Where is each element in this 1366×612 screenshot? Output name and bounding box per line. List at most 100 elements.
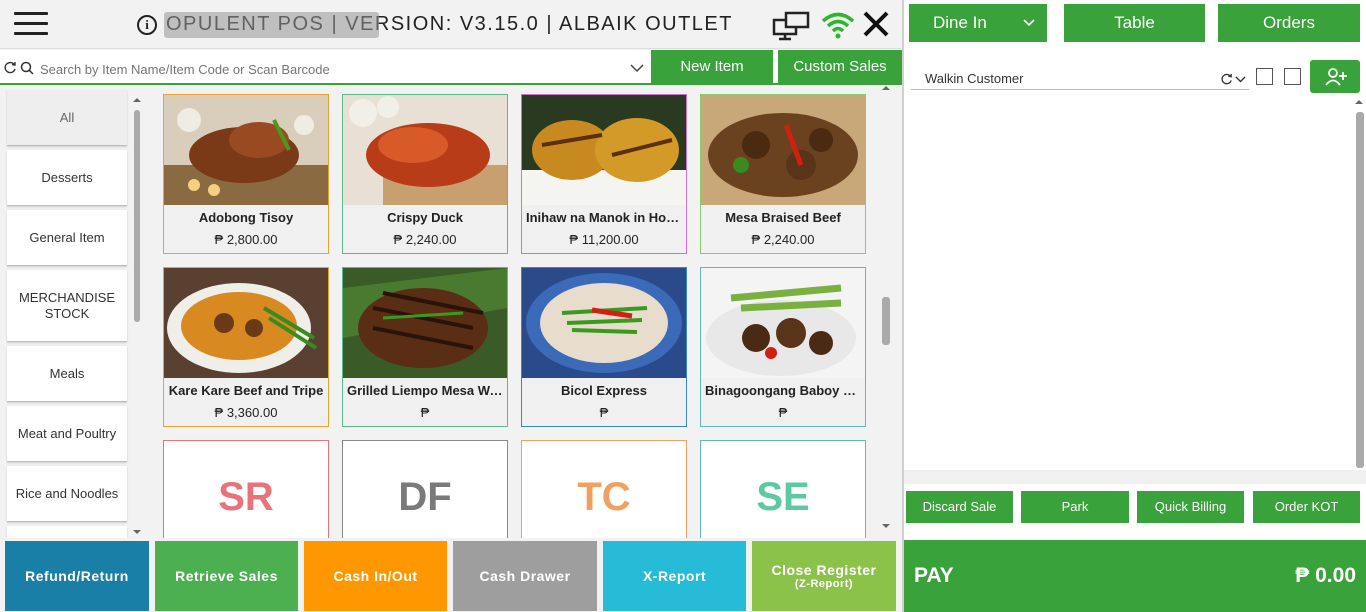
bottom-action-bar: Refund/Return Retrieve Sales Cash In/Out… xyxy=(0,538,902,612)
item-card-inihaw-na-manok[interactable]: Inihaw na Manok in Honey ₱ 11,200.00 xyxy=(521,94,687,254)
item-grid: Adobong Tisoy ₱ 2,800.00 Crispy Duck ₱ 2… xyxy=(150,88,878,538)
cart-scroll-thumb[interactable] xyxy=(1356,112,1364,468)
retrieve-sales-button[interactable]: Retrieve Sales xyxy=(155,541,298,611)
pay-button[interactable]: PAY ₱ 0.00 xyxy=(904,540,1366,612)
item-tile-se[interactable]: SE xyxy=(700,440,866,538)
scroll-up-icon[interactable] xyxy=(1354,98,1366,106)
new-item-button[interactable]: New Item xyxy=(651,50,773,84)
category-item-merchandise-stock[interactable]: MERCHANDISE STOCK xyxy=(7,270,127,342)
category-scrollbar[interactable] xyxy=(131,92,143,536)
menu-icon[interactable] xyxy=(14,12,48,38)
item-grid-scrollbar[interactable] xyxy=(880,84,894,534)
item-name: Crispy Duck xyxy=(387,210,463,225)
wifi-icon xyxy=(821,12,855,39)
item-image xyxy=(343,268,507,378)
category-label: MERCHANDISE STOCK xyxy=(18,289,116,321)
item-name: Inihaw na Manok in Honey xyxy=(526,210,686,225)
custom-sales-button[interactable]: Custom Sales xyxy=(778,50,902,84)
item-card-binagoongang-baboy[interactable]: Binagoongang Baboy ni ... ₱ xyxy=(700,267,866,427)
search-input[interactable] xyxy=(40,59,630,79)
category-item-desserts[interactable]: Desserts xyxy=(7,150,127,206)
item-name: Bicol Express xyxy=(561,383,647,398)
tile-abbr: SE xyxy=(756,475,810,519)
item-name: Adobong Tisoy xyxy=(198,210,294,225)
item-card-mesa-braised-beef[interactable]: Mesa Braised Beef ₱ 2,240.00 xyxy=(700,94,866,254)
close-icon[interactable] xyxy=(862,10,890,38)
category-scroll-thumb[interactable] xyxy=(134,110,140,322)
item-name: Mesa Braised Beef xyxy=(725,210,841,225)
table-button[interactable]: Table xyxy=(1064,4,1205,42)
quick-billing-button[interactable]: Quick Billing xyxy=(1137,491,1244,523)
orders-button[interactable]: Orders xyxy=(1218,4,1360,42)
item-price: ₱ 2,240.00 xyxy=(393,232,457,247)
item-card-kare-kare[interactable]: Kare Kare Beef and Tripe ₱ 3,360.00 xyxy=(163,267,329,427)
left-panel: i OPULENT POS | VERSION: V3.15.0 | ALBAI… xyxy=(0,0,902,612)
item-card-bicol-express[interactable]: Bicol Express ₱ xyxy=(521,267,687,427)
button-label: X-Report xyxy=(642,568,707,584)
item-name: Kare Kare Beef and Tripe xyxy=(168,383,324,398)
order-kot-button[interactable]: Order KOT xyxy=(1253,491,1360,523)
button-sublabel: (Z-Report) xyxy=(794,578,854,590)
close-register-button[interactable]: Close Register (Z-Report) xyxy=(752,541,896,611)
category-item-meals[interactable]: Meals xyxy=(7,346,127,402)
cash-drawer-button[interactable]: Cash Drawer xyxy=(453,541,597,611)
add-user-icon xyxy=(1325,68,1347,86)
item-tile-tc[interactable]: TC xyxy=(521,440,687,538)
park-button[interactable]: Park xyxy=(1021,491,1129,523)
checkbox[interactable] xyxy=(1256,68,1273,85)
category-label: Desserts xyxy=(41,170,93,185)
order-type-dropdown[interactable]: Dine In xyxy=(909,4,1047,42)
refund-return-button[interactable]: Refund/Return xyxy=(5,541,149,611)
x-report-button[interactable]: X-Report xyxy=(603,541,746,611)
checkbox[interactable] xyxy=(1284,68,1301,85)
category-item-partial[interactable] xyxy=(7,526,127,538)
top-bar: i OPULENT POS | VERSION: V3.15.0 | ALBAI… xyxy=(0,0,902,49)
dual-monitor-icon[interactable] xyxy=(772,11,812,41)
info-icon[interactable]: i xyxy=(137,15,157,35)
item-card-crispy-duck[interactable]: Crispy Duck ₱ 2,240.00 xyxy=(342,94,508,254)
category-list: All Desserts General Item MERCHANDISE ST… xyxy=(0,88,130,538)
category-label: General Item xyxy=(29,230,105,245)
scroll-up-icon[interactable] xyxy=(881,84,893,92)
item-image xyxy=(164,268,328,378)
scroll-up-icon[interactable] xyxy=(132,96,144,104)
scroll-down-icon[interactable] xyxy=(881,522,893,530)
item-price: ₱ 3,360.00 xyxy=(214,405,278,420)
item-card-adobong-tisoy[interactable]: Adobong Tisoy ₱ 2,800.00 xyxy=(163,94,329,254)
item-image xyxy=(522,95,686,205)
category-label: All xyxy=(59,110,75,125)
cart-panel: Dine In Table Orders Walkin Customer Dis… xyxy=(902,0,1366,612)
button-label: Cash Drawer xyxy=(479,568,571,584)
category-label: Meals xyxy=(49,366,85,381)
category-item-general-item[interactable]: General Item xyxy=(7,210,127,266)
tile-abbr: TC xyxy=(577,475,631,519)
refresh-icon[interactable] xyxy=(4,61,17,74)
cart-scrollbar[interactable] xyxy=(1354,98,1366,470)
discard-sale-button[interactable]: Discard Sale xyxy=(906,491,1013,523)
cart-footer-divider xyxy=(904,470,1366,484)
category-label: Meat and Poultry xyxy=(17,426,117,441)
tooltip-overlay xyxy=(164,12,379,38)
button-label: Close Register xyxy=(771,562,877,578)
add-customer-button[interactable] xyxy=(1310,60,1360,93)
category-item-all[interactable]: All xyxy=(7,90,127,146)
button-label: Refund/Return xyxy=(25,568,129,584)
item-image xyxy=(701,268,865,378)
category-item-meat-and-poultry[interactable]: Meat and Poultry xyxy=(7,406,127,462)
tile-abbr: DF xyxy=(398,475,452,519)
item-price: ₱ 2,240.00 xyxy=(751,232,815,247)
item-tile-df[interactable]: DF xyxy=(342,440,508,538)
category-item-rice-and-noodles[interactable]: Rice and Noodles xyxy=(7,466,127,522)
refresh-icon[interactable] xyxy=(1221,73,1233,85)
item-price: ₱ 2,800.00 xyxy=(214,232,278,247)
chevron-down-icon[interactable] xyxy=(1235,76,1246,83)
item-grid-scroll-thumb[interactable] xyxy=(882,297,890,345)
chevron-down-icon[interactable] xyxy=(630,64,644,73)
search-icon[interactable] xyxy=(20,61,34,75)
cash-in-out-button[interactable]: Cash In/Out xyxy=(304,541,447,611)
customer-select[interactable]: Walkin Customer xyxy=(911,68,1249,90)
scroll-down-icon[interactable] xyxy=(132,528,144,536)
item-image xyxy=(701,95,865,205)
item-tile-sr[interactable]: SR xyxy=(163,440,329,538)
item-card-grilled-liempo[interactable]: Grilled Liempo Mesa Way ₱ xyxy=(342,267,508,427)
